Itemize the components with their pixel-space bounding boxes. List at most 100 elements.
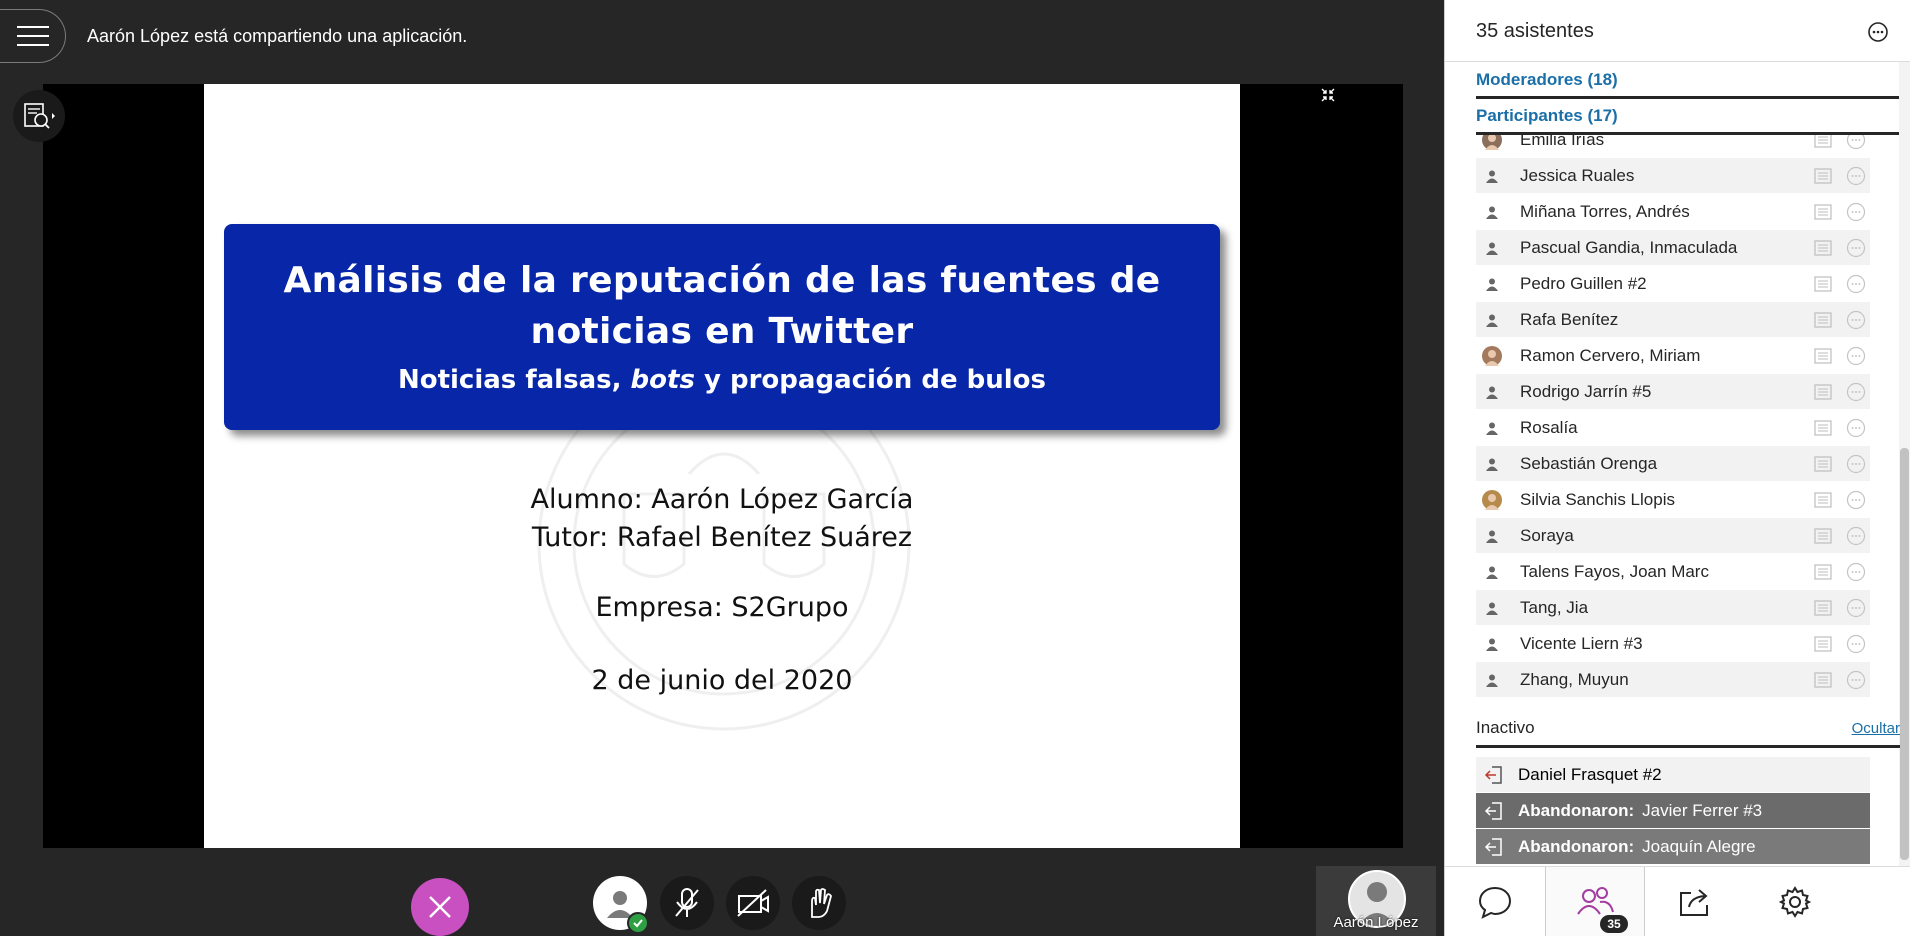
tab-attendees[interactable]: 35 [1545, 867, 1645, 936]
participant-list-icon[interactable] [1814, 599, 1832, 616]
participant-more-icon[interactable] [1846, 382, 1866, 402]
participant-row[interactable]: Vicente Liern #3 [1476, 626, 1870, 661]
microphone-toggle-button[interactable] [660, 876, 714, 930]
participant-more-icon[interactable] [1846, 310, 1866, 330]
participant-more-icon[interactable] [1846, 274, 1866, 294]
participant-row[interactable]: Sebastián Orenga [1476, 446, 1870, 481]
participant-list-icon[interactable] [1814, 635, 1832, 652]
participant-more-icon[interactable] [1846, 670, 1866, 690]
share-status-text: Aarón López está compartiendo una aplica… [87, 26, 468, 46]
participant-row[interactable]: Rosalía [1476, 410, 1870, 445]
participant-list-icon[interactable] [1814, 527, 1832, 544]
participant-name: Pascual Gandia, Inmaculada [1520, 237, 1738, 257]
participant-row[interactable]: Pedro Guillen #2 [1476, 266, 1870, 301]
inactive-name: Joaquín Alegre [1642, 836, 1756, 856]
inactive-row[interactable]: Abandonaron: Joaquín Alegre [1476, 829, 1870, 864]
camera-off-icon [737, 889, 769, 917]
left-session-icon [1484, 837, 1502, 856]
share-icon [1680, 889, 1708, 916]
slide-subtitle-start: Noticias falsas, [397, 365, 622, 395]
participant-list-icon[interactable] [1814, 455, 1832, 472]
more-options-icon[interactable] [1867, 21, 1889, 43]
participant-row[interactable]: Jessica Ruales [1476, 158, 1870, 193]
participant-row[interactable]: Silvia Sanchis Llopis [1476, 482, 1870, 517]
camera-toggle-button[interactable] [726, 876, 780, 930]
participant-avatar-icon [1482, 454, 1502, 474]
participant-list-icon[interactable] [1814, 383, 1832, 400]
my-status-button[interactable] [593, 876, 649, 934]
participant-more-icon[interactable] [1846, 634, 1866, 654]
caption-search-button[interactable] [13, 90, 65, 142]
participant-more-icon[interactable] [1846, 598, 1866, 618]
raise-hand-button[interactable] [792, 876, 846, 930]
participant-more-icon[interactable] [1846, 418, 1866, 438]
panel-header: 35 asistentes [1445, 0, 1910, 62]
close-panel-button[interactable] [411, 878, 469, 936]
participant-row[interactable]: Ramon Cervero, Miriam [1476, 338, 1870, 373]
participants-section-header[interactable]: Participantes (17) [1476, 100, 1900, 135]
participant-avatar-icon [1482, 598, 1502, 618]
inactive-row[interactable]: Daniel Frasquet #2 [1476, 757, 1870, 792]
slide-title-box: Análisis de la reputación de las fuentes… [224, 224, 1220, 430]
participant-list-icon[interactable] [1814, 419, 1832, 436]
moderators-section-header[interactable]: Moderadores (18) [1476, 64, 1900, 99]
participant-more-icon[interactable] [1846, 202, 1866, 222]
participant-name: Vicente Liern #3 [1520, 633, 1643, 653]
participant-row[interactable]: Talens Fayos, Joan Marc [1476, 554, 1870, 589]
participant-row[interactable]: Zhang, Muyun [1476, 662, 1870, 697]
inactive-row[interactable]: Abandonaron: Javier Ferrer #3 [1476, 793, 1870, 828]
participant-list-icon[interactable] [1814, 167, 1832, 184]
participant-list-icon[interactable] [1814, 275, 1832, 292]
participant-row[interactable]: Pascual Gandia, Inmaculada [1476, 230, 1870, 265]
slide-subtitle-emphasis: bots [630, 365, 695, 395]
participant-list-icon[interactable] [1814, 239, 1832, 256]
attendee-count-badge: 35 [1600, 915, 1628, 933]
participant-row[interactable]: Soraya [1476, 518, 1870, 553]
microphone-muted-icon [675, 888, 699, 917]
participant-name: Tang, Jia [1520, 597, 1589, 617]
participant-avatar-icon [1482, 634, 1502, 654]
tab-settings[interactable] [1745, 867, 1845, 936]
participant-name: Sebastián Orenga [1520, 453, 1658, 473]
panel-scrollbar-thumb[interactable] [1900, 448, 1909, 860]
participant-row[interactable]: Miñana Torres, Andrés [1476, 194, 1870, 229]
participant-name: Talens Fayos, Joan Marc [1520, 561, 1709, 581]
participant-list-icon[interactable] [1814, 347, 1832, 364]
tab-share-content[interactable] [1645, 867, 1745, 936]
collapse-icon[interactable] [1321, 88, 1335, 102]
participant-more-icon[interactable] [1846, 490, 1866, 510]
participant-more-icon[interactable] [1846, 166, 1866, 186]
presenter-video-tile[interactable]: Aarón López [1316, 866, 1436, 936]
panel-scrollbar[interactable] [1899, 62, 1910, 866]
participant-list-icon[interactable] [1814, 491, 1832, 508]
panel-title: 35 asistentes [1476, 20, 1594, 42]
participant-name: Miñana Torres, Andrés [1520, 201, 1690, 221]
tab-chat[interactable] [1445, 867, 1545, 936]
participant-list-icon[interactable] [1814, 671, 1832, 688]
participants-label: Participantes (17) [1476, 106, 1618, 125]
slide-title: Análisis de la reputación de las fuentes… [224, 224, 1220, 357]
participant-list-icon[interactable] [1814, 311, 1832, 328]
participant-list-icon[interactable] [1814, 203, 1832, 220]
hide-inactive-link[interactable]: Ocultar [1852, 720, 1900, 737]
participant-row[interactable]: Rafa Benítez [1476, 302, 1870, 337]
chat-icon [1478, 886, 1512, 919]
participant-more-icon[interactable] [1846, 454, 1866, 474]
close-icon [429, 896, 451, 918]
participant-row[interactable]: Tang, Jia [1476, 590, 1870, 625]
inactive-text: Abandonaron: Javier Ferrer #3 [1518, 801, 1762, 821]
slide-tutor: Tutor: Rafael Benítez Suárez [531, 522, 913, 553]
participant-more-icon[interactable] [1846, 238, 1866, 258]
participant-name: Rodrigo Jarrín #5 [1520, 381, 1652, 401]
participant-avatar-icon [1482, 238, 1502, 258]
participant-more-icon[interactable] [1846, 346, 1866, 366]
participant-name: Pedro Guillen #2 [1520, 273, 1647, 293]
gear-icon [1778, 886, 1812, 918]
participant-list-icon[interactable] [1814, 563, 1832, 580]
session-menu-button[interactable] [0, 9, 66, 63]
participant-row[interactable]: Rodrigo Jarrín #5 [1476, 374, 1870, 409]
participant-more-icon[interactable] [1846, 562, 1866, 582]
inactive-section-header: Inactivo Ocultar [1476, 714, 1900, 748]
participant-more-icon[interactable] [1846, 526, 1866, 546]
slide-student: Alumno: Aarón López García [530, 484, 914, 515]
